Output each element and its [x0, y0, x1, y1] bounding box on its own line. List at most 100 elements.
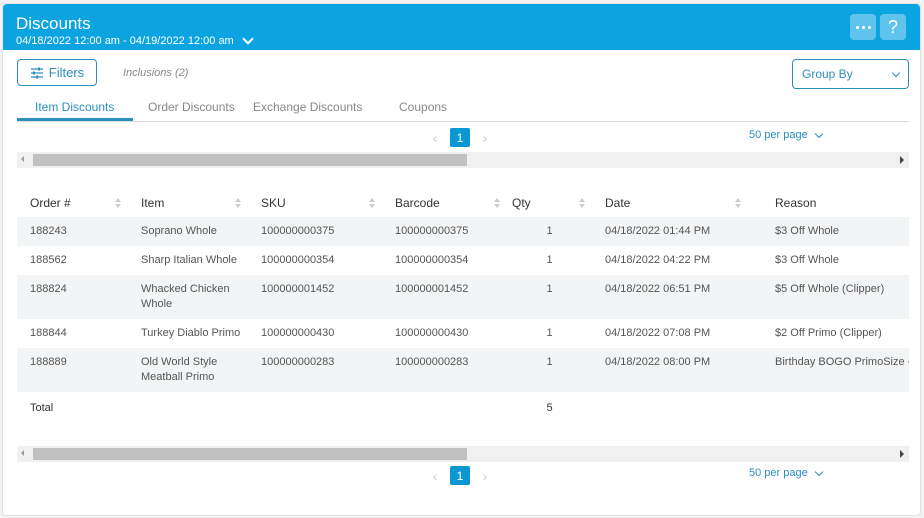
group-by-select[interactable]: Group By — [792, 59, 909, 89]
item-discounts-table: Order # Item SKU Barcode Qty Date Reason… — [17, 189, 909, 423]
discounts-panel: Discounts 04/18/2022 12:00 am - 04/19/20… — [2, 3, 921, 516]
page-1-button[interactable]: 1 — [450, 128, 470, 147]
cell-qty: 1 — [507, 217, 592, 246]
cell-item: Sharp Italian Whole — [141, 254, 237, 266]
cell-sku: 100000000375 — [248, 217, 382, 246]
cell-qty: 1 — [507, 348, 592, 392]
cell-order: 188562 — [30, 254, 67, 266]
cell-date: 04/18/2022 07:08 PM — [605, 327, 711, 339]
cell-qty: 1 — [546, 327, 553, 339]
cell-item: Whacked Chicken Whole — [128, 275, 248, 319]
sort-icon[interactable] — [115, 198, 122, 208]
cell-order: 188844 — [30, 327, 67, 339]
tab-coupons[interactable]: Coupons — [399, 100, 447, 114]
cell-order: 188889 — [17, 348, 128, 392]
cell-date: 04/18/2022 06:51 PM — [592, 275, 762, 319]
per-page-select-bottom[interactable]: 50 per page — [749, 467, 823, 479]
total-label: Total — [30, 402, 54, 414]
cell-order: 188243 — [17, 217, 128, 246]
ellipsis-icon — [855, 25, 871, 29]
active-tab-indicator — [17, 118, 133, 121]
cell-sku: 100000000430 — [261, 327, 335, 339]
horizontal-scrollbar-top[interactable] — [17, 152, 909, 168]
tab-order-discounts[interactable]: Order Discounts — [148, 100, 235, 114]
page-title: Discounts — [16, 14, 91, 33]
scrollbar-thumb[interactable] — [33, 154, 467, 166]
table-header-row: Order # Item SKU Barcode Qty Date Reason — [17, 189, 909, 217]
column-header-barcode[interactable]: Barcode — [382, 189, 507, 217]
cell-sku: 100000000354 — [261, 254, 335, 266]
panel-header: Discounts 04/18/2022 12:00 am - 04/19/20… — [3, 4, 920, 50]
column-header-sku[interactable]: SKU — [248, 189, 382, 217]
scroll-right-icon[interactable] — [900, 450, 904, 458]
next-page-button[interactable]: › — [476, 468, 494, 484]
prev-page-button[interactable]: ‹ — [426, 130, 444, 146]
column-header-reason[interactable]: Reason — [762, 189, 909, 217]
per-page-label: 50 per page — [749, 467, 808, 479]
cell-reason: $3 Off Whole — [762, 217, 909, 246]
prev-page-button[interactable]: ‹ — [426, 468, 444, 484]
chevron-down-icon — [814, 467, 823, 476]
help-button[interactable]: ? — [880, 14, 906, 40]
column-header-item[interactable]: Item — [128, 189, 248, 217]
chevron-down-icon — [891, 68, 901, 77]
cell-item: Turkey Diablo Primo — [141, 327, 241, 339]
scroll-left-icon[interactable] — [21, 156, 24, 162]
date-range-selector[interactable]: 04/18/2022 12:00 am - 04/19/2022 12:00 a… — [16, 33, 254, 47]
table-row[interactable]: 188844 Turkey Diablo Primo 100000000430 … — [17, 319, 909, 348]
cell-item: Soprano Whole — [128, 217, 248, 246]
filters-label: Filters — [48, 65, 85, 80]
sort-icon[interactable] — [579, 198, 586, 208]
pagination-top: ‹ 1 › — [426, 128, 494, 147]
tab-exchange-discounts[interactable]: Exchange Discounts — [253, 100, 362, 114]
sort-icon[interactable] — [369, 198, 376, 208]
date-range-text: 04/18/2022 12:00 am - 04/19/2022 12:00 a… — [16, 35, 234, 47]
column-header-order[interactable]: Order # — [17, 189, 128, 217]
group-by-label: Group By — [802, 67, 853, 81]
sort-icon[interactable] — [494, 198, 501, 208]
cell-date: 04/18/2022 08:00 PM — [592, 348, 762, 392]
chevron-down-icon — [242, 33, 254, 45]
cell-reason: $5 Off Whole (Clipper) — [762, 275, 909, 319]
per-page-select-top[interactable]: 50 per page — [749, 129, 823, 141]
cell-barcode: 100000000430 — [395, 327, 469, 339]
cell-reason: $2 Off Primo (Clipper) — [775, 327, 882, 339]
filters-button[interactable]: Filters — [17, 59, 97, 86]
sliders-icon — [30, 67, 43, 78]
cell-reason: Birthday BOGO PrimoSize - — [762, 348, 909, 392]
table-row[interactable]: 188562 Sharp Italian Whole 100000000354 … — [17, 246, 909, 275]
cell-sku: 100000001452 — [248, 275, 382, 319]
table-total-row: Total 5 — [17, 392, 909, 423]
pagination-bottom: ‹ 1 › — [426, 466, 494, 485]
scroll-right-icon[interactable] — [900, 156, 904, 164]
cell-barcode: 100000000283 — [382, 348, 507, 392]
help-icon: ? — [887, 16, 898, 37]
total-qty: 5 — [546, 402, 553, 414]
horizontal-scrollbar-bottom[interactable] — [17, 446, 909, 462]
table-row[interactable]: 188889 Old World Style Meatball Primo 10… — [17, 348, 909, 392]
cell-sku: 100000000283 — [248, 348, 382, 392]
scrollbar-thumb[interactable] — [33, 448, 467, 460]
table-row[interactable]: 188243 Soprano Whole 100000000375 100000… — [17, 217, 909, 246]
sort-icon[interactable] — [235, 198, 242, 208]
cell-date: 04/18/2022 04:22 PM — [605, 254, 711, 266]
per-page-label: 50 per page — [749, 129, 808, 141]
scroll-left-icon[interactable] — [21, 450, 24, 456]
next-page-button[interactable]: › — [476, 130, 494, 146]
cell-barcode: 100000001452 — [382, 275, 507, 319]
table-row[interactable]: 188824 Whacked Chicken Whole 10000000145… — [17, 275, 909, 319]
column-header-date[interactable]: Date — [592, 189, 762, 217]
sort-icon[interactable] — [735, 198, 742, 208]
more-options-button[interactable] — [850, 14, 876, 40]
column-header-qty[interactable]: Qty — [507, 189, 592, 217]
tab-item-discounts[interactable]: Item Discounts — [35, 100, 114, 114]
page-1-button[interactable]: 1 — [450, 466, 470, 485]
cell-item: Old World Style Meatball Primo — [128, 348, 248, 392]
cell-reason: $3 Off Whole — [775, 254, 839, 266]
inclusions-link[interactable]: Inclusions (2) — [123, 67, 188, 79]
cell-date: 04/18/2022 01:44 PM — [592, 217, 762, 246]
cell-barcode: 100000000354 — [395, 254, 469, 266]
chevron-down-icon — [814, 129, 823, 138]
tab-bar: Item Discounts Order Discounts Exchange … — [17, 96, 909, 122]
cell-order: 188824 — [17, 275, 128, 319]
